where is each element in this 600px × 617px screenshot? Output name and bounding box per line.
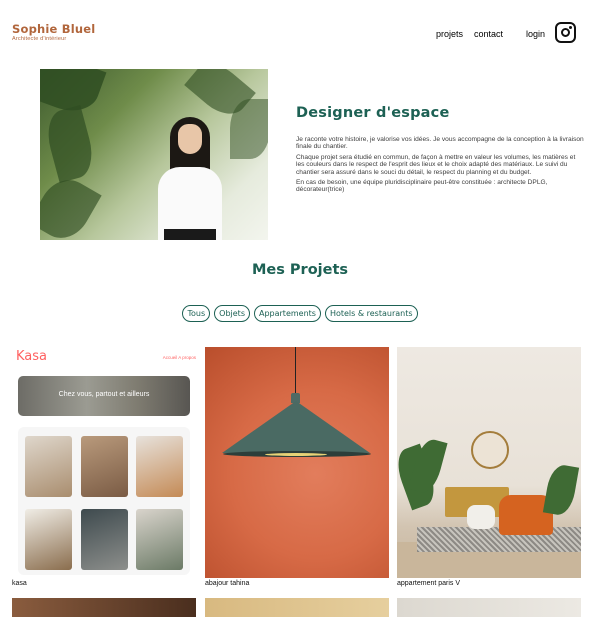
- nav-link-login[interactable]: login: [526, 29, 545, 39]
- project-caption: abajour tahina: [205, 580, 250, 587]
- project-image-living-room: [397, 347, 581, 578]
- kasa-logo: Kasa: [16, 349, 48, 364]
- intro-paragraph: Chaque projet sera étudié en commun, de …: [296, 153, 576, 176]
- project-card-appartement-paris-v[interactable]: appartement paris V: [397, 347, 581, 589]
- project-card-partial[interactable]: [205, 598, 389, 617]
- filter-bar: Tous Objets Appartements Hotels & restau…: [0, 305, 600, 322]
- brand-name: Sophie Bluel: [12, 22, 96, 36]
- project-card-partial[interactable]: [397, 598, 581, 617]
- architect-portrait-photo: [40, 69, 268, 240]
- nav-link-contact[interactable]: contact: [474, 29, 503, 39]
- intro-paragraph: En cas de besoin, une équipe pluridiscip…: [296, 179, 548, 194]
- intro-paragraph: Je raconte votre histoire, je valorise v…: [296, 136, 584, 151]
- filter-hotels-restaurants-button[interactable]: Hotels & restaurants: [324, 305, 418, 322]
- instagram-icon[interactable]: [555, 22, 576, 43]
- project-card-kasa[interactable]: Kasa Accueil A propos Chez vous, partout…: [12, 347, 196, 589]
- project-caption: kasa: [12, 580, 27, 587]
- project-card-abajour-tahina[interactable]: abajour tahina: [205, 347, 389, 589]
- intro-title: Designer d'espace: [296, 105, 450, 121]
- kasa-banner-text: Chez vous, partout et ailleurs: [58, 391, 150, 398]
- filter-tous-button[interactable]: Tous: [182, 305, 211, 322]
- project-image-lamp: [205, 347, 389, 578]
- instagram-dot: [569, 26, 572, 29]
- project-card-partial[interactable]: [12, 598, 196, 617]
- project-image-kasa: Kasa Accueil A propos Chez vous, partout…: [12, 347, 196, 578]
- filter-appartements-button[interactable]: Appartements: [253, 305, 321, 322]
- kasa-listing-grid: [18, 427, 190, 575]
- brand-subtitle: Architecte d'intérieur: [12, 36, 67, 42]
- kasa-banner: Chez vous, partout et ailleurs: [18, 376, 190, 416]
- intro-text: Je raconte votre histoire, je valorise v…: [296, 136, 584, 197]
- brand-logo[interactable]: Sophie Bluel Architecte d'intérieur: [12, 22, 95, 42]
- projects-title: Mes Projets: [251, 262, 349, 278]
- project-caption: appartement paris V: [397, 580, 461, 587]
- site-header: Sophie Bluel Architecte d'intérieur proj…: [0, 0, 600, 60]
- instagram-lens: [561, 28, 570, 37]
- kasa-nav: Accueil A propos: [162, 355, 196, 360]
- filter-objets-button[interactable]: Objets: [214, 305, 250, 322]
- nav-link-projets[interactable]: projets: [436, 29, 463, 39]
